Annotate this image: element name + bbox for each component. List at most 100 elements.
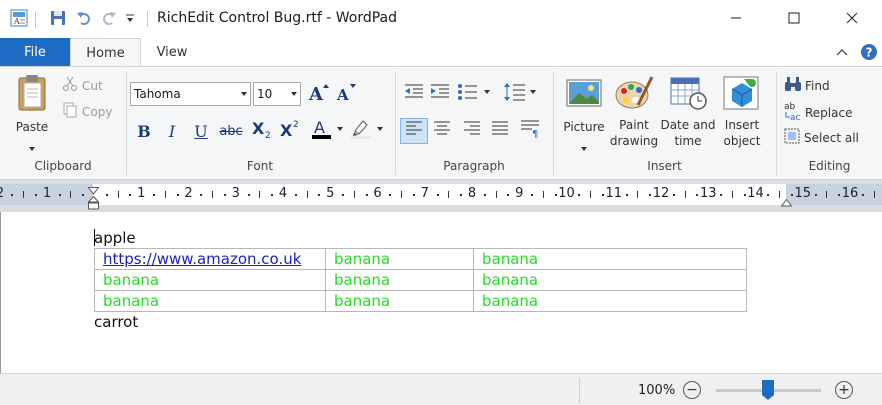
collapse-ribbon-icon[interactable] — [835, 46, 849, 61]
ruler-tick — [212, 191, 214, 198]
ruler-dot — [436, 194, 439, 196]
table-row: banana banana banana — [94, 269, 747, 291]
hanging-indent-marker[interactable] — [87, 195, 100, 213]
right-indent-marker[interactable] — [780, 196, 793, 210]
underline-icon: U — [194, 121, 208, 141]
ruler-dot — [342, 194, 345, 196]
picture-dropdown-arrow[interactable] — [581, 139, 587, 155]
ruler-number: 6 — [373, 186, 382, 201]
bold-button[interactable]: B — [132, 119, 156, 143]
font-size-dropdown-arrow[interactable] — [291, 92, 297, 96]
redo-icon[interactable] — [100, 9, 118, 30]
strikethrough-button[interactable]: abc — [219, 119, 243, 143]
paste-button[interactable]: Paste — [6, 73, 58, 155]
justify-button[interactable] — [488, 119, 512, 143]
svg-text:¶: ¶ — [532, 129, 538, 138]
doc-line-carrot[interactable]: carrot — [94, 313, 138, 331]
date-time-button[interactable]: Date and time — [660, 75, 716, 149]
insert-object-button[interactable]: Insert object — [716, 75, 768, 149]
table-cell[interactable]: banana — [473, 269, 747, 291]
date-time-label-1: Date and — [660, 118, 716, 132]
cut-button[interactable]: Cut — [62, 76, 103, 95]
paste-dropdown-arrow[interactable] — [29, 139, 35, 155]
scissors-icon — [62, 76, 78, 95]
justify-icon — [491, 121, 509, 141]
zoom-slider-thumb[interactable] — [761, 379, 775, 401]
find-button[interactable]: Find — [784, 76, 830, 95]
increase-indent-button[interactable] — [428, 82, 452, 106]
highlight-color-button[interactable] — [349, 119, 385, 143]
paint-drawing-button[interactable]: Paint drawing — [607, 75, 661, 149]
ruler-dot — [861, 194, 864, 196]
tab-home[interactable]: Home — [70, 38, 141, 67]
line-spacing-button[interactable] — [502, 82, 540, 106]
calendar-clock-icon — [668, 75, 708, 115]
zoom-in-button[interactable]: + — [835, 381, 853, 399]
ruler-dot — [318, 194, 321, 196]
wordpad-app-icon[interactable]: A — [10, 9, 28, 30]
ruler-dot — [507, 194, 510, 196]
minimize-button[interactable] — [707, 0, 765, 38]
ruler-dot — [389, 194, 392, 196]
table-row: https://www.amazon.co.uk banana banana — [94, 248, 747, 270]
shrink-font-button[interactable]: A — [334, 82, 358, 106]
paragraph-settings-button[interactable]: ¶ — [518, 119, 542, 143]
ruler-tick — [873, 191, 875, 198]
ruler-tick — [23, 191, 25, 198]
close-button[interactable] — [823, 0, 881, 38]
ruler-tick — [70, 191, 72, 198]
help-icon[interactable]: ? — [860, 43, 878, 64]
picture-button[interactable]: Picture — [558, 77, 610, 155]
align-right-button[interactable] — [460, 119, 484, 143]
ruler-dot — [365, 194, 368, 196]
paragraph-group-label: Paragraph — [443, 159, 505, 173]
replace-button[interactable]: ab ac Replace — [784, 101, 852, 124]
undo-icon[interactable] — [75, 9, 93, 30]
ruler-dot — [200, 194, 203, 196]
table-cell[interactable]: banana — [94, 269, 326, 291]
table-cell[interactable]: banana — [325, 269, 474, 291]
status-bar: 100% − + — [0, 373, 882, 405]
grow-font-button[interactable]: A — [307, 82, 331, 106]
copy-label: Copy — [82, 104, 113, 119]
minimize-icon — [730, 12, 742, 27]
copy-button[interactable]: Copy — [62, 102, 112, 121]
paint-label-2: drawing — [609, 134, 659, 148]
font-family-combo[interactable]: Tahoma — [130, 82, 251, 106]
decrease-indent-button[interactable] — [402, 82, 426, 106]
table-cell[interactable]: banana — [94, 290, 326, 312]
ruler-dot — [767, 194, 770, 196]
table-cell[interactable]: banana — [473, 248, 747, 270]
ruler-dot — [105, 194, 108, 196]
table-cell[interactable]: banana — [473, 290, 747, 312]
svg-text:X: X — [280, 121, 293, 139]
bullets-button[interactable] — [456, 82, 494, 106]
ruler-dot — [223, 194, 226, 196]
ruler-dot — [814, 194, 817, 196]
table-cell[interactable]: banana — [325, 248, 474, 270]
italic-button[interactable]: I — [160, 119, 184, 143]
tab-file[interactable]: File — [0, 38, 70, 67]
maximize-button[interactable] — [765, 0, 823, 38]
table-cell[interactable]: banana — [325, 290, 474, 312]
save-icon[interactable] — [49, 9, 67, 30]
align-center-button[interactable] — [430, 119, 454, 143]
font-size-combo[interactable]: 10 — [253, 82, 301, 106]
doc-line-apple[interactable]: apple — [94, 229, 136, 247]
subscript-button[interactable]: X2 — [250, 119, 274, 143]
zoom-out-button[interactable]: − — [683, 381, 701, 399]
tab-view[interactable]: View — [141, 38, 203, 67]
customize-dropdown-icon[interactable] — [125, 13, 135, 27]
align-left-button[interactable] — [400, 118, 428, 144]
svg-text:2: 2 — [265, 131, 271, 139]
font-family-dropdown-arrow[interactable] — [241, 92, 247, 96]
doc-table[interactable]: https://www.amazon.co.uk banana banana b… — [94, 248, 747, 312]
underline-button[interactable]: U — [189, 119, 213, 143]
ruler[interactable]: 2 1 12345678910111213141516 — [0, 184, 882, 210]
select-all-button[interactable]: Select all — [784, 128, 859, 147]
font-color-button[interactable]: A — [310, 118, 344, 143]
table-cell-link[interactable]: https://www.amazon.co.uk — [94, 248, 326, 270]
svg-text:2: 2 — [293, 120, 299, 130]
ruler-dot — [743, 194, 746, 196]
superscript-button[interactable]: X2 — [278, 119, 302, 143]
